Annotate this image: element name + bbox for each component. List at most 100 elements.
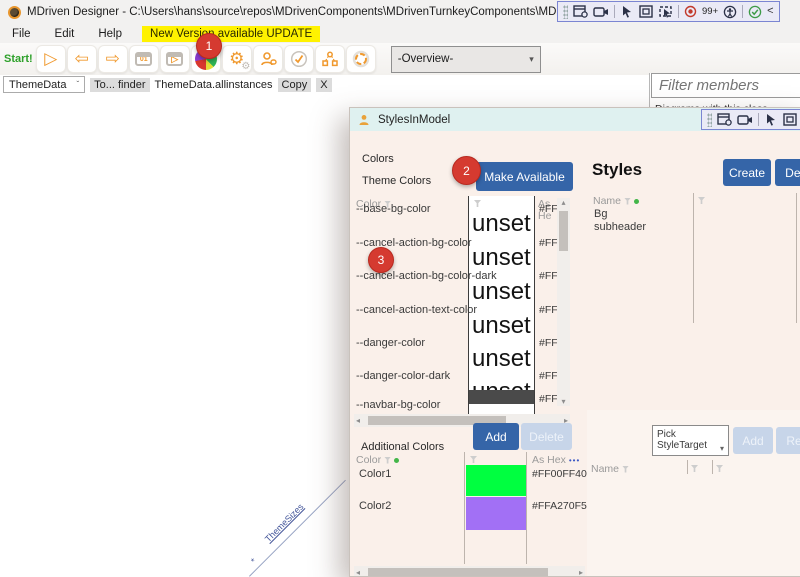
validate-button[interactable]: [284, 45, 314, 73]
association-line[interactable]: [249, 480, 346, 577]
toolbar-separator: [678, 5, 679, 18]
column-header-name[interactable]: Name: [591, 463, 629, 475]
style-row[interactable]: Bg: [594, 208, 607, 220]
pick-styletarget-combo[interactable]: Pick StyleTarget ▾: [652, 425, 729, 456]
make-available-button[interactable]: Make Available: [476, 162, 573, 191]
styles-in-model-dialog: StylesInModel Colors Make Available 2 Th…: [349, 107, 800, 577]
record-icon[interactable]: [684, 5, 697, 18]
gears-button[interactable]: ⚙⚙: [222, 45, 252, 73]
association-multiplicity: *: [249, 556, 259, 566]
settings-ring-icon: [351, 49, 371, 69]
diagram-nodes-button[interactable]: [315, 45, 345, 73]
theme-color-value[interactable]: unset: [472, 244, 531, 272]
pick-styletarget-value: Pick StyleTarget: [657, 429, 707, 451]
window-01-button[interactable]: 01: [129, 45, 159, 73]
camera-icon[interactable]: [593, 6, 609, 18]
theme-color-value[interactable]: unset: [472, 312, 531, 340]
overview-dropdown[interactable]: -Overview- ▾: [391, 46, 541, 73]
layout-adorners-icon[interactable]: [639, 5, 653, 18]
person-link-icon: [259, 51, 277, 67]
close-chip[interactable]: X: [316, 78, 331, 92]
filter-funnel-icon[interactable]: [384, 457, 391, 464]
hot-reload-check-icon[interactable]: [748, 5, 762, 19]
delete-color-button[interactable]: Delete: [521, 423, 572, 450]
check-circle-icon: [290, 50, 308, 68]
theme-color-value[interactable]: unset: [472, 345, 531, 373]
add-color-button[interactable]: Add: [473, 423, 519, 450]
menu-file[interactable]: File: [0, 26, 43, 42]
collapse-chevron-icon[interactable]: <: [767, 6, 773, 17]
filter-funnel-icon[interactable]: [716, 465, 723, 472]
layout-adorners-icon[interactable]: [783, 113, 797, 126]
accessibility-icon[interactable]: [723, 5, 737, 19]
copy-chip[interactable]: Copy: [278, 78, 312, 92]
window-play-button[interactable]: ▷: [160, 45, 190, 73]
scroll-right-icon[interactable]: ▸: [577, 568, 585, 577]
filter-funnel-icon[interactable]: [470, 456, 477, 463]
scroll-left-icon[interactable]: ◂: [354, 416, 362, 425]
themedata-combo[interactable]: ThemeData ˇ: [3, 76, 85, 93]
filter-funnel-icon[interactable]: [691, 465, 698, 472]
theme-color-row[interactable]: --cancel-action-text-color: [356, 304, 477, 316]
track-element-icon[interactable]: [658, 5, 673, 18]
theme-color-value[interactable]: unset: [472, 210, 531, 238]
color-swatch[interactable]: [466, 465, 526, 496]
run-button[interactable]: ▷: [36, 45, 66, 73]
filter-funnel-icon[interactable]: [622, 466, 629, 473]
vertical-scrollbar[interactable]: ▴ ▾: [557, 198, 570, 406]
drag-grip-icon[interactable]: [707, 113, 712, 127]
toolbar-separator: [614, 5, 615, 18]
add-styletarget-button[interactable]: Add: [733, 427, 773, 454]
delete-style-button[interactable]: Delete: [775, 159, 800, 186]
column-header-as-hex[interactable]: As Hex•••: [532, 454, 580, 466]
scroll-up-icon[interactable]: ▴: [559, 198, 567, 207]
person-link-button[interactable]: [253, 45, 283, 73]
filter-members-input[interactable]: [651, 73, 800, 98]
column-divider: [693, 193, 694, 323]
select-element-icon[interactable]: [620, 5, 634, 18]
create-style-button[interactable]: Create: [723, 159, 771, 186]
menu-help[interactable]: Help: [86, 26, 134, 42]
camera-icon[interactable]: [737, 114, 753, 126]
color-swatch[interactable]: [466, 497, 526, 530]
theme-color-row[interactable]: --danger-color: [356, 337, 425, 349]
toolbar-separator: [742, 5, 743, 18]
column-divider: [526, 452, 527, 564]
filter-funnel-icon[interactable]: [624, 198, 631, 205]
horizontal-scrollbar[interactable]: ◂ ▸: [354, 566, 585, 577]
additional-color-row[interactable]: Color2: [359, 500, 391, 512]
window-settings-icon[interactable]: [573, 5, 588, 18]
theme-color-value[interactable]: unset: [472, 278, 531, 306]
window-settings-icon[interactable]: [717, 113, 732, 126]
column-header-name[interactable]: Name: [593, 195, 639, 207]
settings-ring-button[interactable]: [346, 45, 376, 73]
instances-text[interactable]: ThemeData.allinstances: [155, 79, 273, 91]
remove-styletarget-button[interactable]: Rem: [776, 427, 800, 454]
theme-color-row[interactable]: --navbar-bg-color: [356, 399, 440, 411]
scroll-left-icon[interactable]: ◂: [354, 568, 362, 577]
theme-color-row[interactable]: --base-bg-color: [356, 203, 431, 215]
scrollbar-thumb[interactable]: [559, 211, 568, 251]
finder-chip[interactable]: To... finder: [90, 78, 149, 92]
drag-grip-icon[interactable]: [563, 5, 568, 19]
diagram-nodes-icon: [321, 51, 339, 67]
theme-color-row[interactable]: --danger-color-dark: [356, 370, 450, 382]
column-header-color[interactable]: Color: [356, 454, 399, 466]
scrollbar-thumb[interactable]: [368, 568, 548, 577]
association-label[interactable]: ThemeSizes: [263, 502, 305, 544]
scroll-down-icon[interactable]: ▾: [559, 397, 567, 406]
back-button[interactable]: ⇦: [67, 45, 97, 73]
styles-heading: Styles: [592, 160, 642, 180]
additional-color-row[interactable]: Color1: [359, 468, 391, 480]
forward-button[interactable]: ⇨: [98, 45, 128, 73]
person-icon: [358, 114, 370, 126]
style-row[interactable]: subheader: [594, 221, 646, 233]
window-01-icon: 01: [135, 52, 152, 66]
theme-color-row[interactable]: --cancel-action-bg-color: [356, 237, 472, 249]
filter-funnel-icon[interactable]: [698, 197, 705, 204]
theme-color-swatch[interactable]: [469, 390, 534, 404]
select-element-icon[interactable]: [764, 113, 778, 126]
theme-colors-label: Theme Colors: [362, 175, 431, 187]
menu-edit[interactable]: Edit: [43, 26, 87, 42]
update-banner[interactable]: New Version available UPDATE: [142, 26, 320, 42]
